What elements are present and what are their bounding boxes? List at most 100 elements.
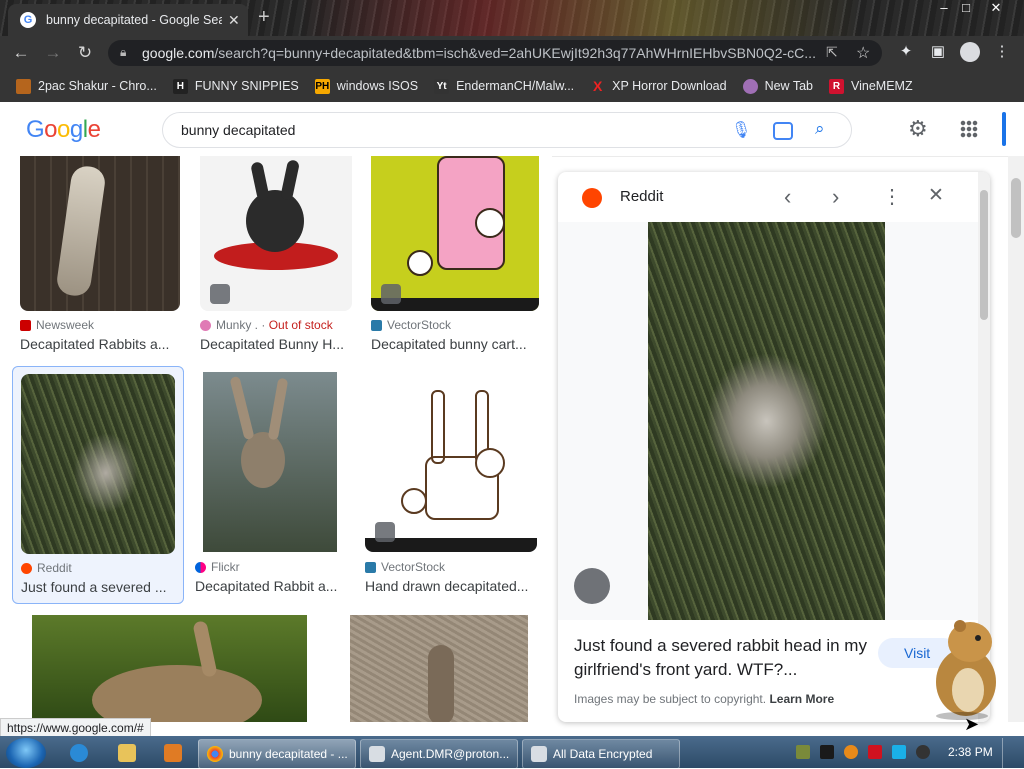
taskbar-task-encrypted[interactable]: All Data Encrypted (522, 739, 680, 769)
internet-explorer-icon[interactable] (70, 744, 88, 762)
google-lens-icon[interactable] (773, 122, 793, 140)
bookmark-favicon-icon: PH (314, 78, 330, 94)
taskbar-task-chrome[interactable]: bunny decapitated - ... (198, 739, 356, 769)
munky-favicon-icon (200, 319, 211, 331)
result-source: Munky . · Out of stock (200, 318, 333, 332)
source-name: Munky . (216, 318, 259, 332)
result-caption[interactable]: Decapitated Bunny H... (200, 336, 350, 352)
lens-search-icon[interactable] (574, 568, 610, 604)
sign-in-button-edge[interactable] (1002, 112, 1006, 146)
reload-icon[interactable]: ↻ (74, 42, 96, 64)
side-panel-icon[interactable]: ▣ (928, 42, 948, 60)
taskbar-task-mail[interactable]: Agent.DMR@proton... (360, 739, 518, 769)
search-box[interactable]: bunny decapitated 🎙︎ ⌕ (162, 112, 852, 148)
preview-title[interactable]: Just found a severed rabbit head in my g… (574, 634, 874, 682)
new-tab-button[interactable]: + (258, 6, 270, 29)
page-scrollbar[interactable] (1008, 156, 1024, 722)
search-input[interactable]: bunny decapitated (181, 122, 295, 138)
apps-grid-icon[interactable] (960, 120, 978, 138)
result-thumbnail[interactable] (20, 156, 180, 311)
bookmark-star-icon[interactable]: ☆ (856, 43, 870, 63)
taskbar-clock[interactable]: 2:38 PM (948, 745, 993, 759)
previous-chevron-icon[interactable]: ‹ (784, 184, 791, 210)
bookmark-item[interactable]: PH windows ISOS (314, 78, 418, 94)
reddit-logo-icon (582, 188, 602, 208)
tray-flag-icon[interactable] (868, 745, 882, 759)
address-bar[interactable]: 🔒︎ google.com/search?q=bunny+decapitated… (108, 40, 882, 66)
bookmark-item[interactable]: H FUNNY SNIPPIES (172, 78, 299, 94)
mouse-cursor-icon: ➤ (964, 714, 980, 734)
reddit-favicon-icon (21, 562, 32, 574)
result-thumbnail[interactable] (200, 156, 352, 311)
result-card[interactable]: Flickr Decapitated Rabbit a... (195, 372, 345, 602)
more-options-icon[interactable]: ⋮ (882, 184, 902, 209)
result-thumbnail[interactable] (371, 156, 539, 311)
browser-menu-icon[interactable]: ⋮ (992, 42, 1012, 60)
next-chevron-icon[interactable]: › (832, 184, 839, 210)
browser-tab[interactable]: G bunny decapitated - Google Search ✕ (8, 4, 248, 36)
result-thumbnail[interactable] (365, 372, 537, 552)
result-card[interactable] (350, 615, 528, 722)
result-caption[interactable]: Decapitated Rabbit a... (195, 578, 341, 594)
maximize-button[interactable]: □ (952, 0, 980, 16)
scrollbar-thumb[interactable] (1011, 178, 1021, 238)
tray-app-icon[interactable] (796, 745, 810, 759)
tray-search-icon[interactable] (844, 745, 858, 759)
result-card[interactable] (32, 615, 307, 722)
bookmark-item[interactable]: New Tab (742, 78, 813, 94)
tab-close-icon[interactable]: ✕ (228, 12, 240, 29)
image-type-icon (381, 284, 401, 304)
back-arrow-icon[interactable]: ← (10, 42, 32, 64)
share-icon[interactable]: ⇱ (826, 44, 838, 61)
result-card[interactable]: VectorStock Hand drawn decapitated... (365, 372, 539, 602)
bookmark-favicon-icon (742, 78, 758, 94)
panel-scrollbar-thumb[interactable] (980, 190, 988, 320)
result-card[interactable]: Munky . · Out of stock Decapitated Bunny… (200, 156, 352, 356)
bookmark-item[interactable]: 2pac Shakur - Chro... (16, 78, 157, 94)
learn-more-link[interactable]: Learn More (769, 692, 834, 706)
result-thumbnail[interactable] (21, 374, 175, 554)
forward-arrow-icon[interactable]: → (42, 42, 64, 64)
result-caption[interactable]: Just found a severed ... (21, 579, 173, 595)
profile-avatar[interactable] (960, 42, 980, 62)
close-window-button[interactable]: ✕ (982, 0, 1010, 16)
image-type-icon (375, 522, 395, 542)
bookmark-item[interactable]: R VineMEMZ (829, 78, 913, 94)
result-caption[interactable]: Decapitated Rabbits a... (20, 336, 180, 352)
microphone-icon[interactable]: 🎙︎ (731, 120, 751, 140)
result-thumbnail[interactable] (32, 615, 307, 722)
result-card[interactable]: VectorStock Decapitated bunny cart... (371, 156, 539, 356)
bookmark-item[interactable]: X XP Horror Download (590, 78, 727, 94)
logo-letter: o (57, 116, 70, 143)
bookmark-favicon-icon: R (829, 78, 844, 94)
show-desktop-button[interactable] (1002, 738, 1024, 768)
result-card-selected[interactable]: Reddit Just found a severed ... (12, 366, 184, 604)
result-source: VectorStock (371, 318, 451, 332)
bookmark-label: 2pac Shakur - Chro... (38, 79, 157, 93)
result-card[interactable]: Newsweek Decapitated Rabbits a... (20, 156, 180, 356)
bookmark-label: XP Horror Download (612, 79, 727, 93)
result-thumbnail[interactable] (350, 615, 528, 722)
close-panel-icon[interactable]: ✕ (928, 184, 944, 207)
media-player-icon[interactable] (164, 744, 182, 762)
tray-monitor-icon[interactable] (892, 745, 906, 759)
result-thumbnail[interactable] (203, 372, 337, 552)
search-icon[interactable]: ⌕ (815, 119, 825, 139)
copyright-text: Images may be subject to copyright. (574, 692, 767, 706)
result-caption[interactable]: Hand drawn decapitated... (365, 578, 533, 594)
google-logo[interactable]: Google (26, 116, 101, 144)
file-explorer-icon[interactable] (118, 744, 136, 762)
bookmark-label: FUNNY SNIPPIES (194, 79, 299, 93)
extensions-puzzle-icon[interactable]: ✦ (896, 42, 916, 60)
result-caption[interactable]: Decapitated bunny cart... (371, 336, 531, 352)
tray-volume-icon[interactable] (916, 745, 930, 759)
panel-source-name[interactable]: Reddit (620, 188, 663, 205)
url-text[interactable]: google.com/search?q=bunny+decapitated&tb… (142, 45, 822, 61)
settings-gear-icon[interactable]: ⚙ (908, 116, 928, 142)
hamster-desktop-pet[interactable] (922, 612, 1008, 720)
preview-image[interactable] (648, 222, 885, 620)
tray-app-icon[interactable] (820, 745, 834, 759)
vectorstock-favicon-icon (371, 319, 382, 331)
start-button[interactable] (6, 738, 46, 768)
bookmark-item[interactable]: Yt EndermanCH/Malw... (434, 78, 574, 94)
